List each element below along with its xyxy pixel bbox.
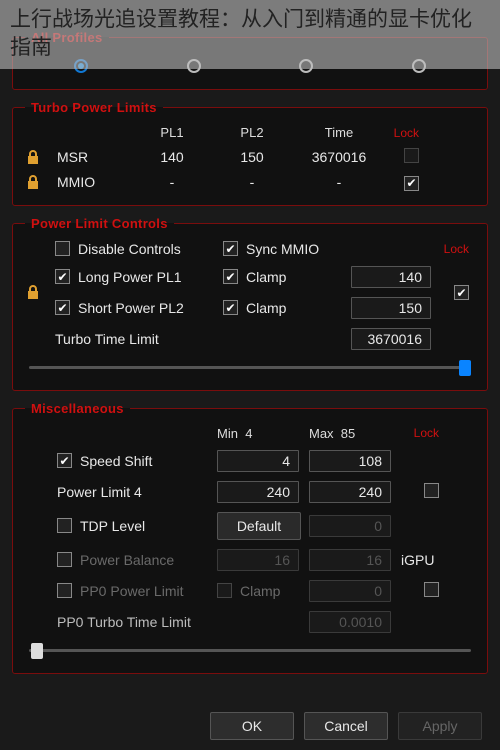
pp0-power-limit-checkbox[interactable] — [57, 583, 72, 598]
pp0-power-limit-label: PP0 Power Limit — [80, 583, 183, 599]
tpl-mmio-pl2: - — [215, 174, 289, 190]
power-limit-controls-group: Power Limit Controls Disable Controls Sy… — [12, 216, 488, 391]
misc-legend: Miscellaneous — [25, 401, 130, 416]
tpl-legend: Turbo Power Limits — [25, 100, 163, 115]
long-pl1-label: Long Power PL1 — [78, 269, 182, 285]
slider-track — [29, 366, 471, 369]
short-pl2-label: Short Power PL2 — [78, 300, 184, 316]
tdp-level-label: TDP Level — [80, 518, 145, 534]
tpl-msr-time: 3670016 — [295, 149, 383, 165]
turbo-time-label: Turbo Time Limit — [55, 331, 343, 347]
pl4-max-input[interactable]: 240 — [309, 481, 391, 503]
lock-icon — [25, 284, 41, 300]
pl1-value-input[interactable]: 140 — [351, 266, 431, 288]
clamp-pl1-label: Clamp — [246, 269, 286, 285]
speed-shift-checkbox[interactable] — [57, 453, 72, 468]
power-balance-checkbox[interactable] — [57, 552, 72, 567]
tpl-row-mmio-label: MMIO — [57, 174, 129, 190]
turbo-power-limits-group: Turbo Power Limits PL1 PL2 Time Lock MSR… — [12, 100, 488, 206]
pp0-lock-checkbox[interactable] — [424, 582, 439, 597]
pp0-clamp-label: Clamp — [240, 583, 280, 599]
tpl-mmio-pl1: - — [135, 174, 209, 190]
cancel-button[interactable]: Cancel — [304, 712, 388, 740]
igpu-label: iGPU — [401, 552, 439, 568]
miscellaneous-group: Miscellaneous Min 4 Max 85 Lock Speed Sh… — [12, 401, 488, 674]
tpl-msr-pl2: 150 — [215, 149, 289, 165]
slider-track — [29, 649, 471, 652]
tdp-default-button[interactable]: Default — [217, 512, 301, 540]
tpl-header-lock: Lock — [389, 126, 419, 140]
disable-controls-label: Disable Controls — [78, 241, 181, 257]
plc-legend: Power Limit Controls — [25, 216, 174, 231]
speed-shift-label: Speed Shift — [80, 453, 152, 469]
sync-mmio-checkbox[interactable] — [223, 241, 238, 256]
tdp-level-checkbox[interactable] — [57, 518, 72, 533]
power-balance-label: Power Balance — [80, 552, 174, 568]
pp0-clamp-checkbox[interactable] — [217, 583, 232, 598]
tdp-max-input: 0 — [309, 515, 391, 537]
plc-lock-checkbox[interactable] — [454, 285, 469, 300]
plc-lock-label: Lock — [439, 242, 469, 256]
tpl-mmio-time: - — [295, 174, 383, 190]
misc-slider[interactable] — [25, 641, 475, 659]
misc-max-header: Max 85 — [309, 426, 391, 441]
tpl-header-pl2: PL2 — [215, 125, 289, 140]
clamp-pl2-label: Clamp — [246, 300, 286, 316]
long-pl1-checkbox[interactable] — [55, 269, 70, 284]
short-pl2-checkbox[interactable] — [55, 300, 70, 315]
slider-thumb[interactable] — [31, 643, 43, 659]
lock-icon — [25, 149, 41, 165]
sync-mmio-label: Sync MMIO — [246, 241, 319, 257]
tpl-msr-pl1: 140 — [135, 149, 209, 165]
apply-button[interactable]: Apply — [398, 712, 482, 740]
disable-controls-checkbox[interactable] — [55, 241, 70, 256]
pl4-min-input[interactable]: 240 — [217, 481, 299, 503]
tpl-header-time: Time — [295, 125, 383, 140]
turbo-time-input[interactable]: 3670016 — [351, 328, 431, 350]
ok-button[interactable]: OK — [210, 712, 294, 740]
pp0-turbo-time-label: PP0 Turbo Time Limit — [57, 614, 207, 630]
misc-lock-label: Lock — [401, 426, 439, 440]
pl2-value-input[interactable]: 150 — [351, 297, 431, 319]
tpl-row-msr-label: MSR — [57, 149, 129, 165]
pp0-value-input: 0 — [309, 580, 391, 602]
article-overlay-title: 上行战场光追设置教程：从入门到精通的显卡优化指南 — [0, 0, 500, 69]
misc-min-header: Min 4 — [217, 426, 299, 441]
lock-icon — [25, 174, 41, 190]
speed-shift-max-input[interactable]: 108 — [309, 450, 391, 472]
speed-shift-min-input[interactable]: 4 — [217, 450, 299, 472]
slider-thumb[interactable] — [459, 360, 471, 376]
tpl-mmio-lock-checkbox[interactable] — [404, 176, 419, 191]
power-balance-max-input: 16 — [309, 549, 391, 571]
pp0-turbo-time-input: 0.0010 — [309, 611, 391, 633]
clamp-pl1-checkbox[interactable] — [223, 269, 238, 284]
tpl-msr-lock-checkbox[interactable] — [404, 148, 419, 163]
tpl-header-pl1: PL1 — [135, 125, 209, 140]
pl4-label: Power Limit 4 — [57, 484, 207, 500]
clamp-pl2-checkbox[interactable] — [223, 300, 238, 315]
power-balance-min-input: 16 — [217, 549, 299, 571]
pl4-lock-checkbox[interactable] — [424, 483, 439, 498]
plc-slider[interactable] — [25, 358, 475, 376]
